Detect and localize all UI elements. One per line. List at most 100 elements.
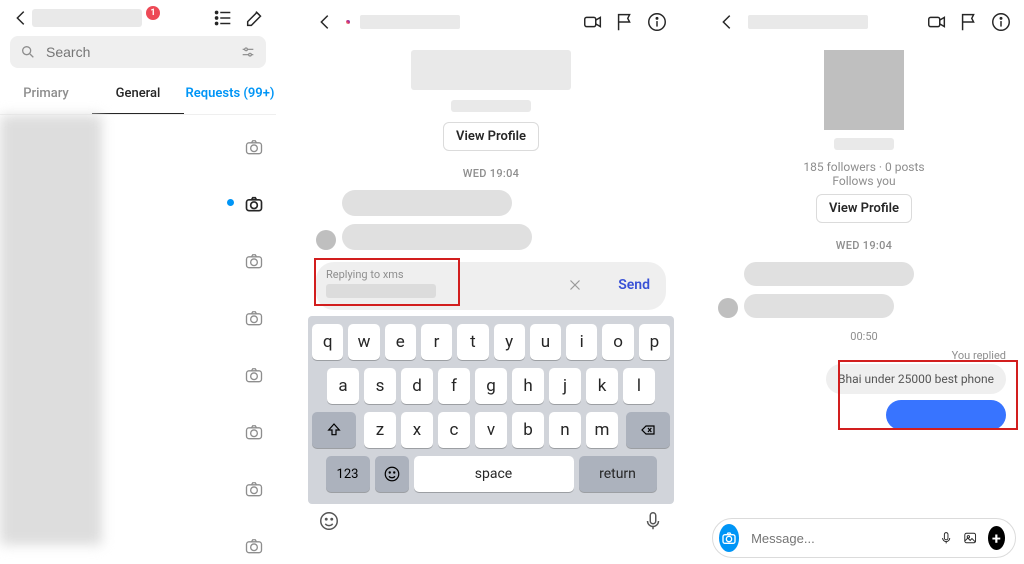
camera-icon[interactable]: [244, 479, 264, 499]
chat-list: [0, 115, 276, 545]
account-switcher[interactable]: 1: [32, 9, 212, 27]
tab-primary[interactable]: Primary: [0, 76, 92, 114]
gallery-icon[interactable]: [963, 528, 977, 548]
message-composer[interactable]: +: [712, 518, 1016, 558]
message-in: [704, 292, 1024, 320]
back-icon[interactable]: [716, 11, 738, 33]
tab-requests[interactable]: Requests (99+): [184, 76, 276, 114]
key-q[interactable]: q: [312, 324, 343, 360]
key-u[interactable]: u: [530, 324, 561, 360]
avatar-ring[interactable]: [346, 20, 350, 24]
video-call-icon[interactable]: [926, 11, 948, 33]
key-b[interactable]: b: [512, 412, 544, 448]
camera-icon[interactable]: [244, 536, 264, 556]
numbers-key[interactable]: 123: [326, 456, 370, 492]
message-input[interactable]: [749, 530, 929, 547]
return-key[interactable]: return: [579, 456, 657, 492]
search-field[interactable]: [10, 36, 266, 68]
camera-icon[interactable]: [244, 422, 264, 442]
key-p[interactable]: p: [639, 324, 670, 360]
key-d[interactable]: d: [401, 368, 433, 404]
key-o[interactable]: o: [602, 324, 633, 360]
redacted-message: [744, 262, 914, 286]
unread-badge: 1: [146, 6, 160, 20]
info-icon[interactable]: [990, 11, 1012, 33]
search-input[interactable]: [44, 43, 232, 61]
key-w[interactable]: w: [348, 324, 379, 360]
add-button[interactable]: +: [988, 526, 1005, 550]
camera-icon[interactable]: [244, 194, 264, 214]
back-icon[interactable]: [314, 11, 336, 33]
key-z[interactable]: z: [364, 412, 396, 448]
follower-stats: 185 followers · 0 posts: [704, 160, 1024, 174]
key-h[interactable]: h: [512, 368, 544, 404]
key-i[interactable]: i: [566, 324, 597, 360]
key-f[interactable]: f: [438, 368, 470, 404]
camera-icon[interactable]: [244, 251, 264, 271]
close-icon[interactable]: [566, 276, 584, 294]
username-redacted: [32, 9, 142, 27]
key-n[interactable]: n: [549, 412, 581, 448]
redacted: [411, 50, 571, 90]
info-icon[interactable]: [646, 11, 668, 33]
key-m[interactable]: m: [586, 412, 618, 448]
mic-icon[interactable]: [939, 528, 953, 548]
camera-column: [244, 137, 264, 556]
key-a[interactable]: a: [327, 368, 359, 404]
redacted-chats: [0, 115, 102, 545]
camera-icon[interactable]: [244, 137, 264, 157]
camera-icon[interactable]: [244, 365, 264, 385]
key-v[interactable]: v: [475, 412, 507, 448]
avatar-xs: [316, 230, 336, 250]
mic-icon[interactable]: [642, 510, 664, 532]
tab-general[interactable]: General: [92, 76, 184, 114]
inbox-header: 1: [0, 0, 276, 36]
key-r[interactable]: r: [421, 324, 452, 360]
key-j[interactable]: j: [549, 368, 581, 404]
key-x[interactable]: x: [401, 412, 433, 448]
reply-to-label: Replying to xms: [326, 268, 566, 281]
unread-dot: [227, 199, 234, 206]
inbox-panel: 1 Primary General Requests (99+): [0, 0, 278, 564]
chat-title-redacted: [748, 15, 868, 29]
view-profile-button[interactable]: View Profile: [443, 122, 539, 151]
space-key[interactable]: space: [414, 456, 574, 492]
flag-icon[interactable]: [614, 11, 636, 33]
key-l[interactable]: l: [623, 368, 655, 404]
shift-key[interactable]: [312, 412, 356, 448]
chat-title-redacted: [360, 15, 460, 29]
redacted: [326, 284, 436, 298]
flag-icon[interactable]: [958, 11, 980, 33]
backspace-key[interactable]: [626, 412, 670, 448]
emoji-key[interactable]: [375, 456, 409, 492]
key-c[interactable]: c: [438, 412, 470, 448]
redacted: [451, 100, 531, 112]
redacted-message: [342, 224, 532, 250]
send-button[interactable]: Send: [612, 277, 656, 293]
key-g[interactable]: g: [475, 368, 507, 404]
redacted-message: [342, 190, 512, 216]
emoji-icon[interactable]: [318, 510, 340, 532]
inbox-tabs: Primary General Requests (99+): [0, 76, 276, 115]
timestamp: WED 19:04: [704, 231, 1024, 260]
profile-summary: View Profile: [302, 44, 680, 159]
key-s[interactable]: s: [364, 368, 396, 404]
camera-button[interactable]: [719, 524, 739, 552]
key-t[interactable]: t: [457, 324, 488, 360]
quoted-message: Bhai under 25000 best phone: [826, 364, 1006, 394]
video-call-icon[interactable]: [582, 11, 604, 33]
camera-icon[interactable]: [244, 308, 264, 328]
view-profile-button[interactable]: View Profile: [816, 194, 912, 223]
chat-header: [302, 0, 680, 44]
key-e[interactable]: e: [385, 324, 416, 360]
redacted: [834, 138, 894, 150]
filter-icon[interactable]: [240, 44, 256, 60]
key-y[interactable]: y: [494, 324, 525, 360]
back-icon[interactable]: [10, 7, 32, 29]
list-icon[interactable]: [212, 7, 234, 29]
message-in: [704, 260, 1024, 288]
reply-composer[interactable]: Replying to xms Send: [316, 262, 666, 310]
key-k[interactable]: k: [586, 368, 618, 404]
compose-icon[interactable]: [244, 7, 266, 29]
keyboard: qwertyuiop asdfghjkl zxcvbnm 123 space r…: [308, 316, 674, 504]
